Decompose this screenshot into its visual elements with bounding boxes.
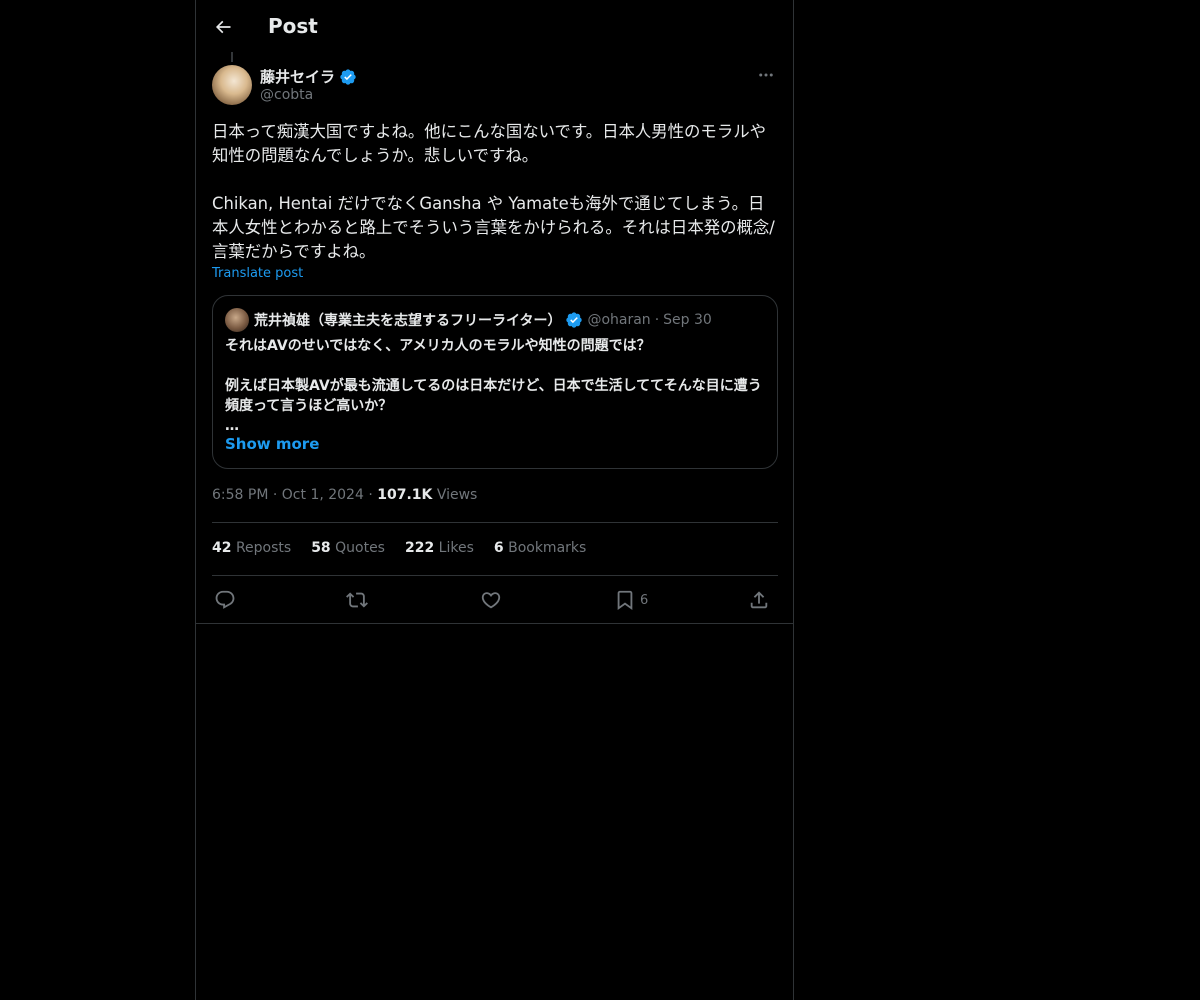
post-text: 日本って痴漢大国ですよね。他にこんな国ないです。日本人男性のモラルや知性の問題な…: [212, 122, 775, 261]
back-button[interactable]: [208, 12, 238, 42]
quote-avatar: [225, 308, 249, 332]
author-handle[interactable]: @cobta: [260, 87, 313, 103]
engagement-stats: 42 Reposts 58 Quotes 222 Likes 6 Bookmar…: [212, 540, 586, 556]
bookmark-icon: [614, 589, 636, 611]
post-time[interactable]: 6:58 PM: [212, 487, 268, 503]
quote-display-name: 荒井禎雄（専業主夫を志望するフリーライター）: [254, 313, 562, 329]
verified-badge-icon[interactable]: [339, 68, 357, 86]
back-arrow-icon: [213, 17, 233, 37]
divider: [212, 575, 778, 576]
quote-header: 荒井禎雄（専業主夫を志望するフリーライター） @oharan · Sep 30: [254, 310, 712, 330]
post-date[interactable]: Oct 1, 2024: [282, 487, 364, 503]
quotes-stat[interactable]: 58 Quotes: [311, 540, 385, 556]
author-name-row: 藤井セイラ: [260, 66, 357, 87]
more-options-button[interactable]: [755, 64, 777, 86]
share-icon: [748, 589, 770, 611]
post-column: Post 藤井セイラ @cobta 日本って痴漢大国ですよね。他にこんな国ないで…: [195, 0, 794, 1000]
like-button[interactable]: [480, 586, 502, 614]
quote-text: それはAVのせいではなく、アメリカ人のモラルや知性の問題では？ 例えば日本製AV…: [225, 338, 762, 434]
author-display-name[interactable]: 藤井セイラ: [260, 66, 335, 87]
likes-stat[interactable]: 222 Likes: [405, 540, 474, 556]
post-meta: 6:58 PM · Oct 1, 2024 · 107.1K Views: [212, 487, 477, 503]
reposts-stat[interactable]: 42 Reposts: [212, 540, 291, 556]
bookmark-count: 6: [640, 592, 649, 608]
repost-button[interactable]: [346, 586, 368, 614]
translate-post-link[interactable]: Translate post: [212, 266, 303, 281]
views-label: Views: [436, 487, 478, 503]
like-icon: [480, 589, 502, 611]
separator-dot: ·: [368, 487, 373, 503]
thread-line: [231, 52, 233, 62]
page-title: Post: [268, 14, 318, 38]
verified-badge-icon: [565, 311, 583, 329]
divider: [212, 522, 778, 523]
quoted-post[interactable]: 荒井禎雄（専業主夫を志望するフリーライター） @oharan · Sep 30 …: [212, 295, 778, 469]
quote-handle: @oharan: [587, 312, 651, 328]
reply-button[interactable]: [214, 586, 236, 614]
reply-icon: [214, 589, 236, 611]
bookmark-button[interactable]: 6: [614, 586, 648, 614]
repost-icon: [346, 589, 368, 611]
more-icon: [757, 66, 775, 84]
bookmarks-stat[interactable]: 6 Bookmarks: [494, 540, 586, 556]
action-bar: 6: [212, 586, 778, 614]
separator-dot: ·: [654, 312, 660, 328]
header: Post: [196, 0, 793, 54]
quote-date: Sep 30: [663, 312, 712, 328]
share-button[interactable]: [748, 586, 770, 614]
views-count: 107.1K: [377, 487, 433, 503]
author-avatar[interactable]: [212, 65, 252, 105]
divider: [196, 623, 793, 624]
show-more-link[interactable]: Show more: [225, 435, 319, 453]
separator-dot: ·: [272, 487, 278, 503]
